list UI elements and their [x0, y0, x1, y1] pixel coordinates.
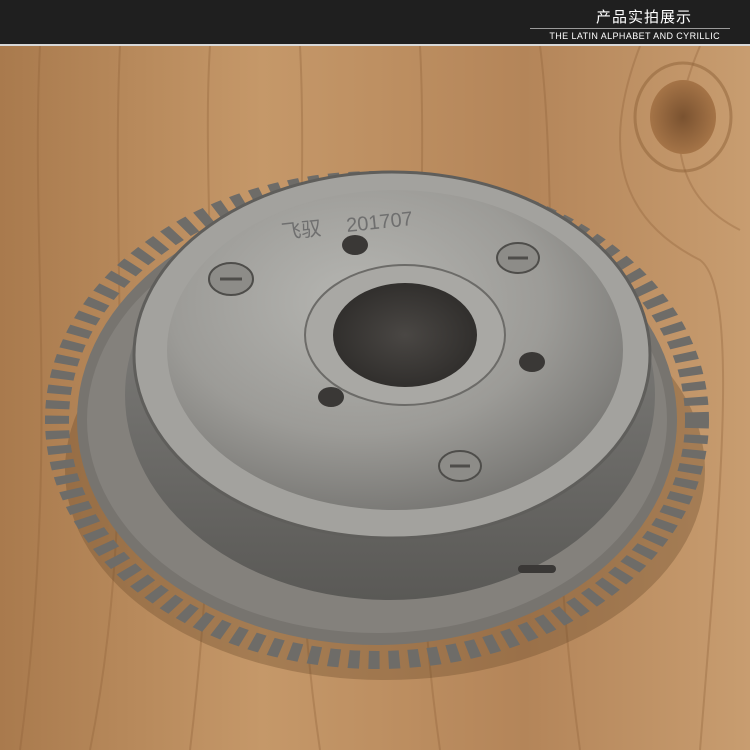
screw	[496, 242, 540, 274]
wood-knot	[650, 80, 716, 154]
product-photo: 飞驭 201707	[0, 46, 750, 750]
engraving-logo: 飞驭	[280, 218, 322, 244]
mount-hole	[342, 235, 368, 255]
screw	[208, 262, 254, 296]
mount-hole	[519, 352, 545, 372]
mount-hole	[318, 387, 344, 407]
top-banner: 产品实拍展示 THE LATIN ALPHABET AND CYRILLIC	[0, 0, 750, 46]
side-slot	[518, 565, 556, 573]
screw	[438, 450, 482, 482]
banner-subtitle: THE LATIN ALPHABET AND CYRILLIC	[549, 31, 720, 41]
banner-title: 产品实拍展示	[595, 8, 692, 26]
banner-divider	[530, 28, 730, 29]
center-bore	[333, 283, 477, 387]
